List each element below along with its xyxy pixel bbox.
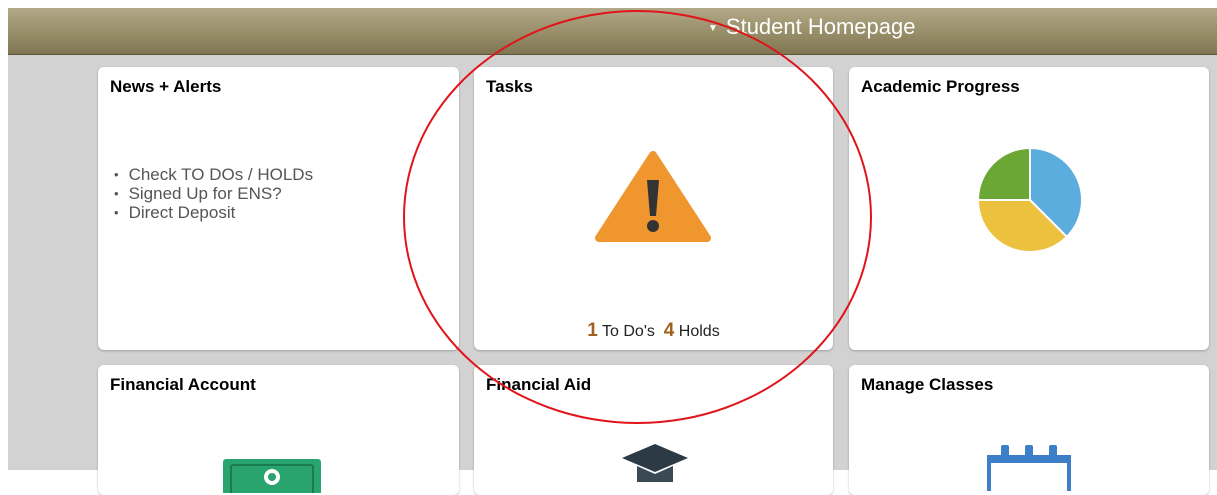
tile-title: Financial Aid bbox=[486, 375, 592, 394]
tile-title: News + Alerts bbox=[110, 77, 222, 96]
task-counts: 1 To Do's 4 Holds bbox=[474, 320, 833, 342]
tile-financial-aid[interactable]: Financial Aid bbox=[474, 365, 833, 495]
tile-manage-classes[interactable]: Manage Classes bbox=[849, 365, 1209, 495]
tile-title: Academic Progress bbox=[861, 77, 1020, 96]
tile-tasks[interactable]: Tasks 1 To Do's 4 Holds bbox=[474, 67, 833, 350]
news-list: Check TO DOs / HOLDs Signed Up for ENS? … bbox=[114, 165, 314, 222]
caret-down-icon: ▼ bbox=[708, 23, 718, 34]
calendar-icon bbox=[987, 445, 1071, 491]
money-icon bbox=[223, 459, 321, 493]
tile-news-alerts[interactable]: News + Alerts Check TO DOs / HOLDs Signe… bbox=[98, 67, 459, 350]
header-title: Student Homepage bbox=[725, 14, 916, 39]
warning-icon bbox=[595, 151, 711, 242]
news-item[interactable]: Direct Deposit bbox=[114, 203, 313, 222]
holds-count: 4 bbox=[663, 320, 675, 341]
tile-grid: News + Alerts Check TO DOs / HOLDs Signe… bbox=[8, 55, 1217, 495]
news-item[interactable]: Check TO DOs / HOLDs bbox=[114, 165, 314, 184]
pie-chart-icon bbox=[977, 147, 1083, 253]
graduation-cap-icon bbox=[622, 444, 688, 482]
todo-label: To Do's bbox=[602, 323, 655, 340]
news-item[interactable]: Signed Up for ENS? bbox=[114, 184, 313, 203]
holds-label: Holds bbox=[678, 323, 720, 340]
tile-academic-progress[interactable]: Academic Progress bbox=[849, 67, 1209, 350]
tile-title: Tasks bbox=[486, 77, 533, 96]
header-bar: ▼ Student Homepage bbox=[8, 8, 1217, 55]
tile-title: Financial Account bbox=[110, 375, 256, 394]
todo-count: 1 bbox=[587, 320, 598, 341]
tile-financial-account[interactable]: Financial Account bbox=[98, 365, 459, 495]
tile-title: Manage Classes bbox=[861, 375, 994, 394]
homepage-selector[interactable]: ▼ Student Homepage bbox=[708, 14, 915, 40]
